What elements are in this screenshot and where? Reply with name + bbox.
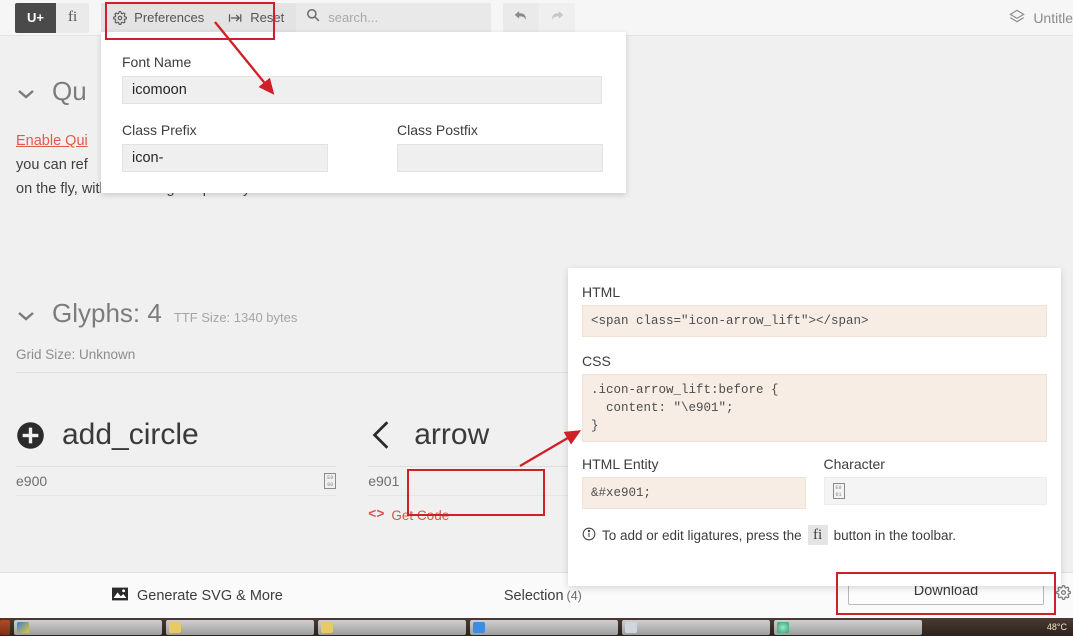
taskbar-item[interactable]	[318, 619, 466, 635]
font-name-field: Font Name icomoon	[122, 54, 602, 104]
get-code-label: Get Code	[391, 508, 450, 523]
code-brackets-icon: <>	[368, 508, 385, 523]
undo-button[interactable]	[503, 2, 540, 33]
glyph-name: arrow	[414, 418, 490, 451]
redo-arrow-icon	[549, 8, 565, 28]
history-button-group	[503, 2, 576, 33]
reset-button[interactable]: Reset	[216, 2, 297, 33]
entity-character-row: HTML Entity &#xe901; Character E9 01	[582, 456, 1047, 509]
html-entity-value[interactable]: &#xe901;	[582, 477, 806, 509]
search-icon	[306, 8, 320, 27]
taskbar-item[interactable]	[14, 619, 162, 635]
ttf-size-label: TTF Size: 1340 bytes	[173, 310, 298, 325]
font-name-label: Font Name	[122, 54, 192, 70]
reset-tab-icon	[228, 12, 243, 24]
unicode-mode-button[interactable]: U+	[15, 2, 56, 33]
get-code-popup: HTML <span class="icon-arrow_lift"></spa…	[568, 268, 1061, 586]
chevron-left-icon	[368, 420, 414, 450]
generate-svg-label: Generate SVG & More	[137, 587, 283, 604]
character-label: Character	[823, 456, 885, 472]
class-prefix-field: Class Prefix icon-	[122, 122, 328, 172]
generate-svg-button[interactable]: Generate SVG & More	[112, 587, 283, 605]
gear-icon[interactable]	[1056, 585, 1071, 604]
font-name-input[interactable]: icomoon	[122, 76, 602, 104]
taskbar-start-button[interactable]	[0, 619, 10, 635]
class-prefix-input[interactable]: icon-	[122, 144, 328, 172]
get-code-button[interactable]: <> Get Code	[368, 508, 449, 523]
css-label: CSS	[582, 353, 611, 369]
chevron-down-icon	[16, 82, 36, 104]
search-input[interactable]	[328, 10, 482, 25]
main-toolbar: U+ fi Preferences Reset search... Untitl…	[0, 0, 1073, 36]
class-postfix-field: Class Postfix	[397, 122, 603, 172]
info-circle-icon	[582, 527, 596, 544]
glyphs-section: Glyphs: 4 TTF Size: 1340 bytes Grid Size…	[0, 298, 640, 373]
glyph-list: add_circle e900 E9 00 arrow e901 <> Get …	[0, 404, 640, 523]
class-postfix-input[interactable]	[397, 144, 603, 172]
html-label: HTML	[582, 284, 621, 300]
chevron-down-icon	[16, 304, 36, 326]
glyph-code: e900	[16, 473, 48, 489]
mode-button-group: U+ fi	[15, 2, 90, 33]
taskbar-item[interactable]	[774, 619, 922, 635]
ligature-mode-button[interactable]: fi	[55, 2, 90, 33]
os-taskbar: 48°C	[0, 618, 1073, 636]
glyphs-divider	[16, 372, 624, 373]
selection-label: Selection	[503, 587, 564, 604]
html-entity-label: HTML Entity	[582, 456, 659, 472]
search-box[interactable]	[296, 2, 492, 33]
image-icon	[112, 587, 128, 605]
html-entity-field: HTML Entity &#xe901;	[582, 456, 806, 509]
tofu-e900-icon: E9 00	[324, 473, 337, 489]
glyph-code: e901	[368, 473, 400, 489]
selection-count: (4)	[566, 588, 582, 603]
grid-size-label: Grid Size: Unknown	[16, 347, 136, 362]
app-root: U+ fi Preferences Reset search... Untitl…	[0, 0, 1073, 636]
undo-arrow-icon	[513, 8, 529, 28]
selection-status: Selection (4)	[504, 588, 582, 604]
glyph-item-add-circle[interactable]: add_circle e900 E9 00	[0, 404, 352, 523]
character-field: Character E9 01	[823, 456, 1047, 509]
css-code-box[interactable]: .icon-arrow_lift:before { content: "\e90…	[582, 374, 1047, 442]
ligature-note-suffix: button in the toolbar.	[833, 527, 956, 543]
class-prefix-label: Class Prefix	[122, 122, 197, 138]
ligature-chip: fi	[807, 525, 828, 545]
redo-button[interactable]	[539, 2, 576, 33]
preferences-label: Preferences	[134, 10, 205, 25]
glyph-name: add_circle	[62, 418, 199, 451]
html-code-box[interactable]: <span class="icon-arrow_lift"></span>	[582, 305, 1047, 337]
taskbar-item[interactable]	[166, 619, 314, 635]
glyphs-header[interactable]: Glyphs: 4 TTF Size: 1340 bytes	[0, 298, 640, 329]
glyph-code-row[interactable]: e900 E9 00	[16, 466, 337, 496]
layers-icon	[1009, 9, 1026, 28]
glyph-preview-row: add_circle	[16, 404, 336, 466]
ligature-note: To add or edit ligatures, press the fi b…	[582, 525, 1047, 545]
reset-label: Reset	[250, 10, 285, 25]
project-title-label: Untitle	[1033, 10, 1073, 26]
add-circle-icon	[16, 421, 62, 450]
gear-icon	[113, 10, 128, 25]
enable-quick-usage-link[interactable]: Enable Qui	[16, 133, 88, 149]
taskbar-item[interactable]	[622, 619, 770, 635]
class-postfix-label: Class Postfix	[397, 122, 478, 138]
preferences-button[interactable]: Preferences	[101, 2, 217, 33]
character-value[interactable]: E9 01	[823, 477, 1047, 505]
taskbar-item[interactable]	[470, 619, 618, 635]
quick-usage-title: Qu	[52, 76, 87, 106]
project-title[interactable]: Untitle	[1009, 0, 1073, 36]
glyphs-title: Glyphs: 4	[52, 298, 162, 328]
taskbar-clock: 48°C	[1046, 622, 1067, 632]
preferences-popup: Font Name icomoon Class Prefix icon- Cla…	[101, 32, 626, 193]
ligature-note-prefix: To add or edit ligatures, press the	[602, 527, 802, 543]
tofu-e901-icon: E9 01	[832, 483, 845, 499]
